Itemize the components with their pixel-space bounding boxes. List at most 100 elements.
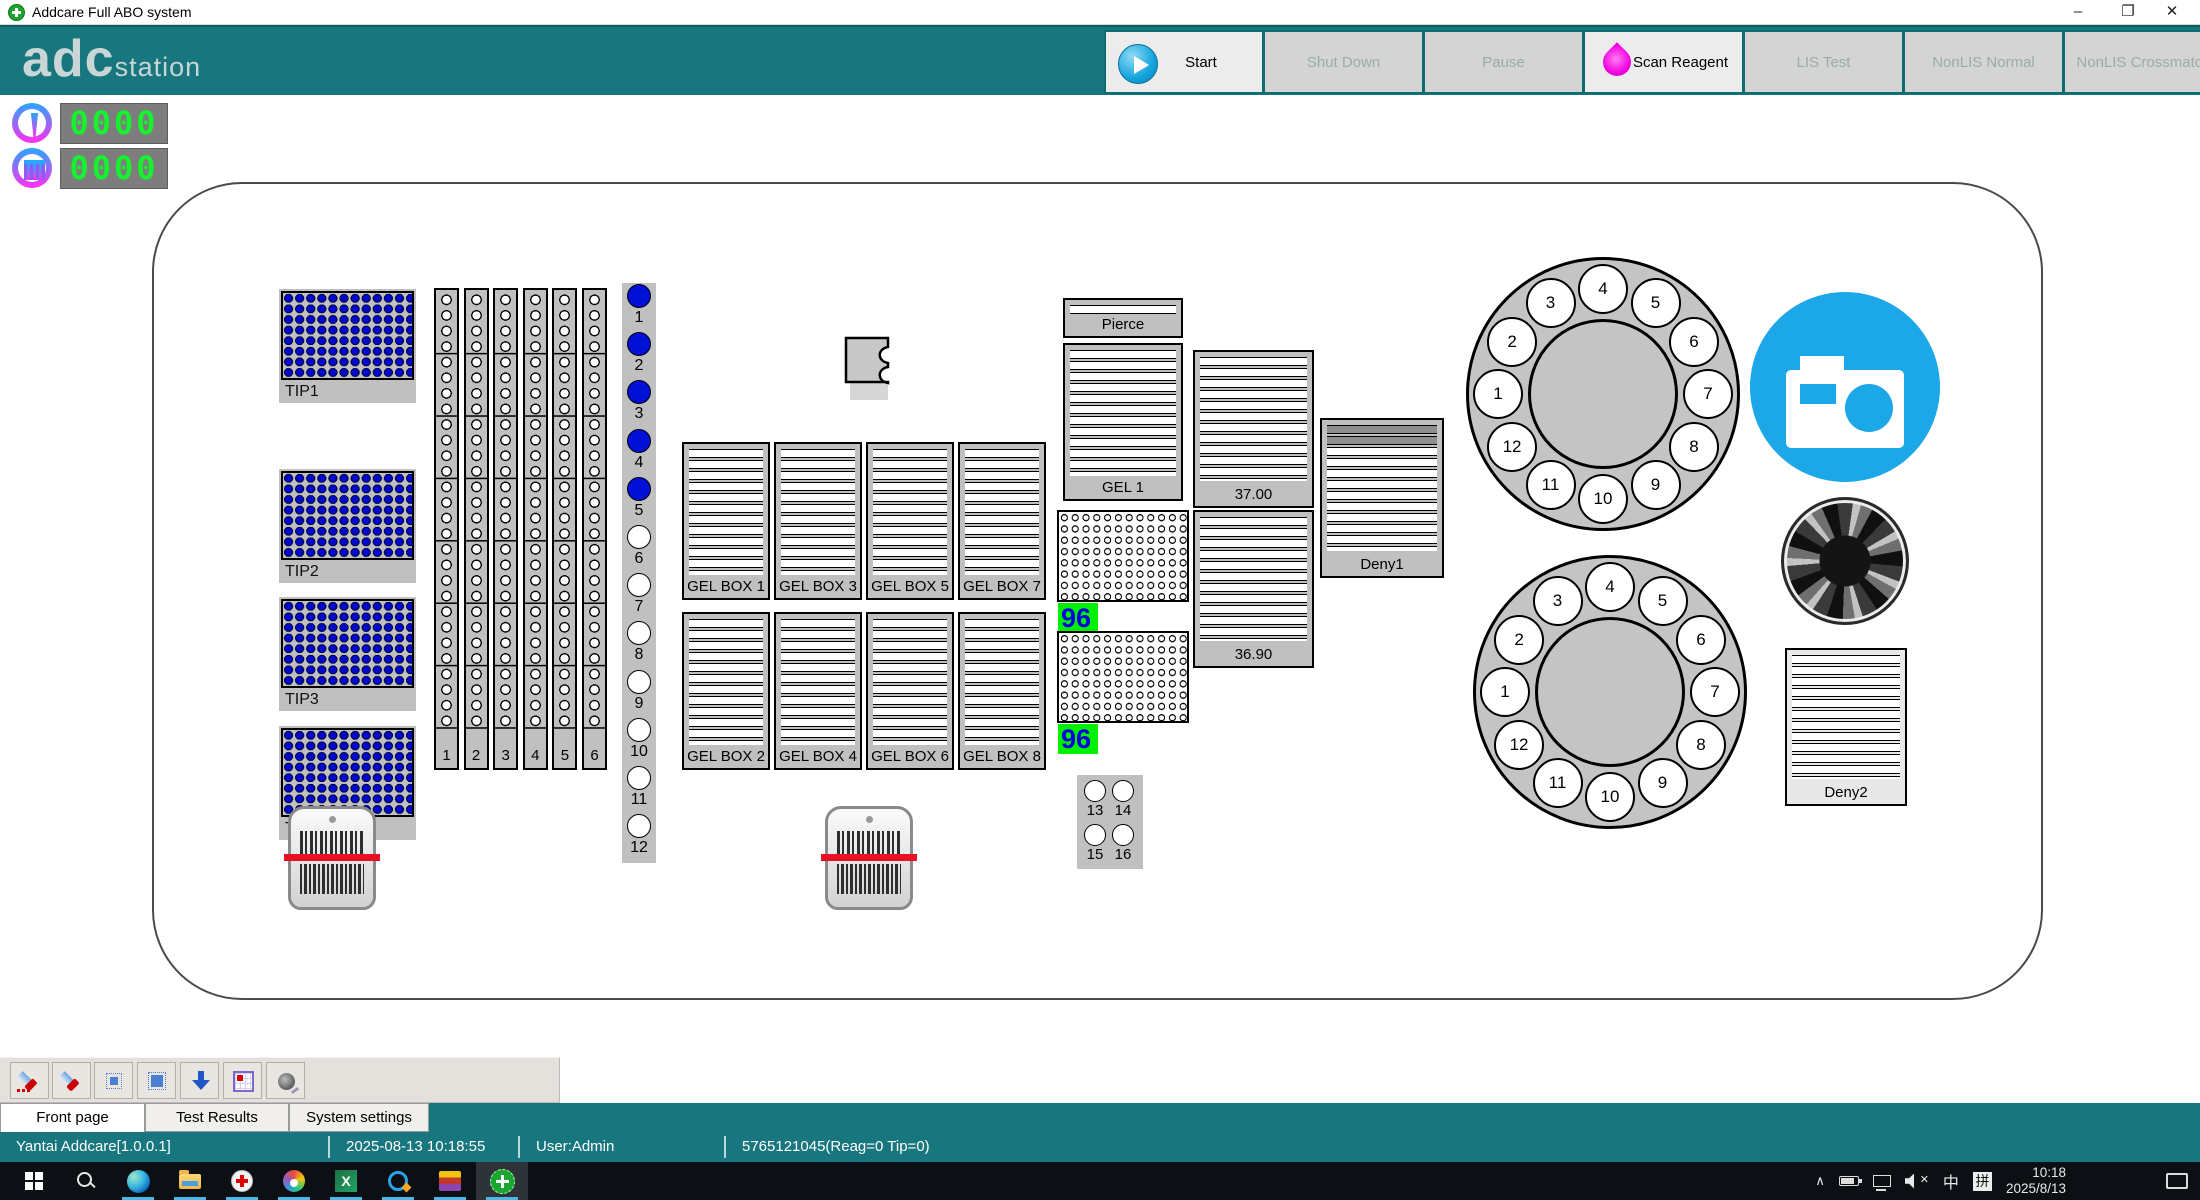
mini-well-16[interactable] (1112, 824, 1134, 846)
incubator-1[interactable]: 37.00 (1193, 350, 1314, 508)
taskbar-edge-browser-icon[interactable] (112, 1162, 164, 1200)
gel-box-2[interactable]: GEL BOX 2 (682, 612, 770, 770)
notification-icon[interactable] (2166, 1173, 2188, 1189)
reagent-carousel-1[interactable]: 123456789101112 (1466, 257, 1740, 531)
dial-position-2[interactable]: 2 (622, 331, 656, 379)
carousel-1-position-2[interactable]: 2 (1487, 317, 1537, 367)
dial-position-1[interactable]: 1 (622, 283, 656, 331)
header-button-pause[interactable]: Pause (1424, 30, 1584, 94)
dial-position-9[interactable]: 9 (622, 669, 656, 717)
carousel-1-position-5[interactable]: 5 (1631, 278, 1681, 328)
sample-strip-3[interactable]: 3 (493, 288, 518, 770)
gel-box-7[interactable]: GEL BOX 7 (958, 442, 1046, 600)
well-plate-2[interactable] (1057, 631, 1189, 723)
toolbar-button-small-square-select-icon[interactable] (94, 1062, 133, 1099)
dial-position-4[interactable]: 4 (622, 428, 656, 476)
camera-icon[interactable] (1750, 292, 1940, 482)
piercer-holder[interactable] (843, 336, 893, 402)
header-button-scan-reagent[interactable]: Scan Reagent (1584, 30, 1744, 94)
dial-position-8[interactable]: 8 (622, 620, 656, 668)
taskbar-search-icon[interactable] (60, 1162, 112, 1200)
carousel-2-position-5[interactable]: 5 (1638, 576, 1688, 626)
gel-box-6[interactable]: GEL BOX 6 (866, 612, 954, 770)
carousel-1-position-8[interactable]: 8 (1669, 422, 1719, 472)
tip-rack-3[interactable]: TIP3 (279, 597, 416, 711)
toolbar-button-down-arrow-icon[interactable] (180, 1062, 219, 1099)
taskbar-excel-icon[interactable]: X (320, 1162, 372, 1200)
volume-muted-icon[interactable]: ✕ (1905, 1174, 1929, 1189)
carousel-2-position-4[interactable]: 4 (1585, 562, 1635, 612)
dial-position-11[interactable]: 11 (622, 765, 656, 813)
carousel-2-position-12[interactable]: 12 (1494, 720, 1544, 770)
ime-language-icon[interactable]: 中 (1943, 1169, 1959, 1193)
carousel-1-position-11[interactable]: 11 (1526, 460, 1576, 510)
sample-strip-5[interactable]: 5 (552, 288, 577, 770)
taskbar-addcare-running-icon[interactable] (476, 1162, 528, 1200)
tab-system-settings[interactable]: System settings (289, 1103, 429, 1132)
mini-well-14[interactable] (1112, 780, 1134, 802)
tip-rack-1[interactable]: TIP1 (279, 289, 416, 403)
carousel-2-position-1[interactable]: 1 (1480, 667, 1530, 717)
toolbar-button-scan-tool-dots-icon[interactable] (10, 1062, 49, 1099)
header-button-start[interactable]: Start (1104, 30, 1264, 94)
barcode-scanner-1[interactable] (288, 806, 376, 910)
carousel-2-position-9[interactable]: 9 (1638, 758, 1688, 808)
taskbar-winrar-icon[interactable] (424, 1162, 476, 1200)
minimize-button[interactable]: – (2056, 0, 2100, 24)
deny-rack-1[interactable]: Deny1 (1320, 418, 1444, 578)
carousel-2-position-2[interactable]: 2 (1494, 615, 1544, 665)
tab-front-page[interactable]: Front page (0, 1103, 145, 1132)
tab-test-results[interactable]: Test Results (145, 1103, 289, 1132)
centrifuge-fan-icon[interactable] (1781, 497, 1909, 625)
header-button-nonlis-crossmatch[interactable]: NonLIS Crossmatch (2064, 30, 2200, 94)
gel-box-8[interactable]: GEL BOX 8 (958, 612, 1046, 770)
deny-rack-2[interactable]: Deny2 (1785, 648, 1907, 806)
reagent-carousel-2[interactable]: 123456789101112 (1473, 555, 1747, 829)
carousel-1-position-4[interactable]: 4 (1578, 264, 1628, 314)
taskbar-addcare-app-icon[interactable] (216, 1162, 268, 1200)
carousel-2-position-10[interactable]: 10 (1585, 772, 1635, 822)
dial-position-12[interactable]: 12 (622, 813, 656, 861)
close-button[interactable]: ✕ (2150, 0, 2194, 24)
barcode-scanner-2[interactable] (825, 806, 913, 910)
toolbar-button-large-square-select-icon[interactable] (137, 1062, 176, 1099)
carousel-2-position-7[interactable]: 7 (1690, 667, 1740, 717)
taskbar-file-explorer-icon[interactable] (164, 1162, 216, 1200)
gel-card-rack[interactable]: GEL 1 (1063, 343, 1183, 501)
pierce-station[interactable]: Pierce (1063, 298, 1183, 338)
carousel-1-position-6[interactable]: 6 (1669, 317, 1719, 367)
ime-pinyin-icon[interactable]: 拼 (1973, 1172, 1992, 1191)
mini-well-15[interactable] (1084, 824, 1106, 846)
taskbar-chat-app-icon[interactable] (372, 1162, 424, 1200)
toolbar-button-sound-icon[interactable] (266, 1062, 305, 1099)
carousel-1-position-7[interactable]: 7 (1683, 369, 1733, 419)
header-button-lis-test[interactable]: LIS Test (1744, 30, 1904, 94)
gel-box-1[interactable]: GEL BOX 1 (682, 442, 770, 600)
carousel-1-position-12[interactable]: 12 (1487, 422, 1537, 472)
network-icon[interactable] (1873, 1175, 1891, 1187)
tip-rack-2[interactable]: TIP2 (279, 469, 416, 583)
restore-button[interactable]: ❐ (2106, 0, 2150, 24)
taskbar-windows-start-icon[interactable] (8, 1162, 60, 1200)
gel-box-4[interactable]: GEL BOX 4 (774, 612, 862, 770)
mini-well-13[interactable] (1084, 780, 1106, 802)
taskbar-paint-icon[interactable] (268, 1162, 320, 1200)
carousel-2-position-3[interactable]: 3 (1533, 576, 1583, 626)
header-button-shut-down[interactable]: Shut Down (1264, 30, 1424, 94)
header-button-nonlis-normal[interactable]: NonLIS Normal (1904, 30, 2064, 94)
carousel-2-position-11[interactable]: 11 (1533, 758, 1583, 808)
gel-box-5[interactable]: GEL BOX 5 (866, 442, 954, 600)
carousel-1-position-3[interactable]: 3 (1526, 278, 1576, 328)
battery-icon[interactable] (1839, 1176, 1859, 1186)
sample-strip-6[interactable]: 6 (582, 288, 607, 770)
sample-strip-4[interactable]: 4 (523, 288, 548, 770)
tray-chevron-icon[interactable]: ∧ (1815, 1173, 1825, 1189)
incubator-2[interactable]: 36.90 (1193, 510, 1314, 668)
carousel-1-position-10[interactable]: 10 (1578, 474, 1628, 524)
dial-position-5[interactable]: 5 (622, 476, 656, 524)
clock[interactable]: 10:18 2025/8/13 (2006, 1165, 2066, 1197)
gel-box-3[interactable]: GEL BOX 3 (774, 442, 862, 600)
well-plate-1[interactable] (1057, 510, 1189, 602)
carousel-2-position-8[interactable]: 8 (1676, 720, 1726, 770)
sample-strip-2[interactable]: 2 (464, 288, 489, 770)
